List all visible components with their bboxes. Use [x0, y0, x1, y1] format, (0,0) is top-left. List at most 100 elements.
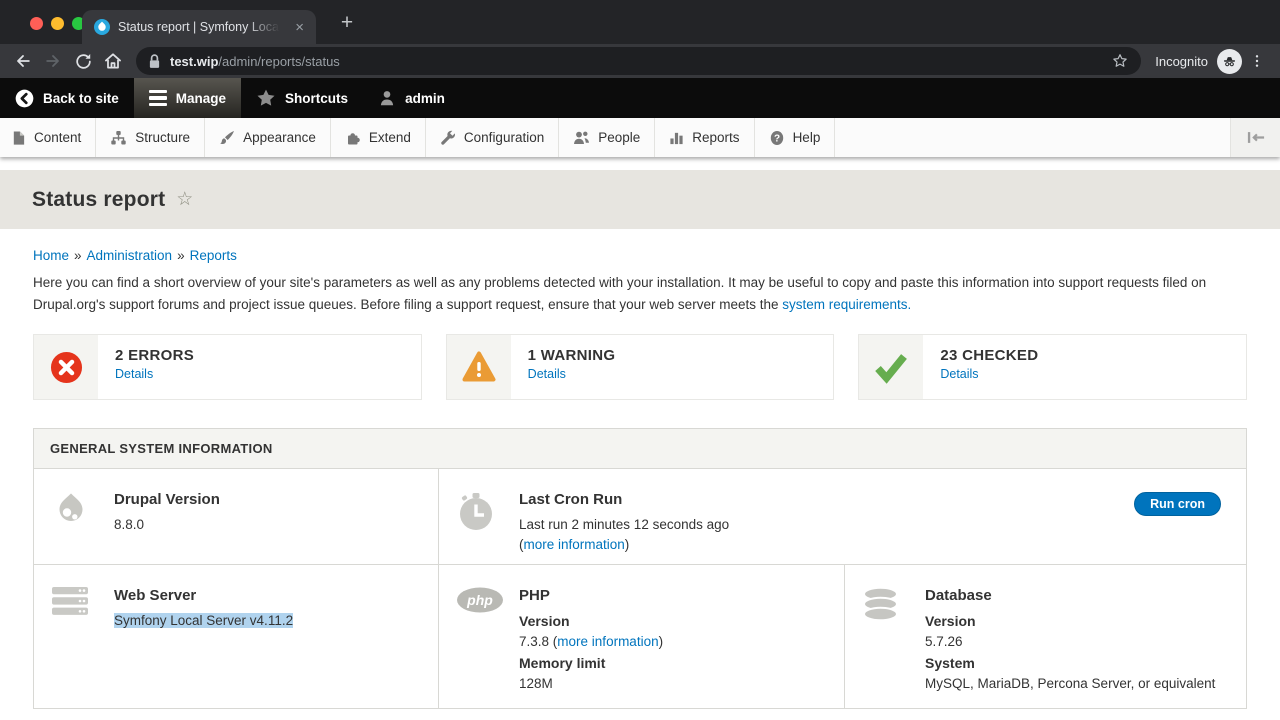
php-more-info-link[interactable]: more information	[557, 634, 658, 649]
database-icon	[862, 585, 925, 708]
menu-item-label: Appearance	[243, 130, 316, 145]
menu-item-extend[interactable]: Extend	[331, 118, 426, 157]
breadcrumb-separator: »	[74, 248, 82, 263]
php-memory-value: 128M	[519, 674, 663, 694]
new-tab-button[interactable]: +	[334, 12, 360, 33]
manage-tab[interactable]: Manage	[134, 78, 241, 118]
forward-button[interactable]	[38, 47, 68, 75]
system-info-row: Web Server Symfony Local Server v4.11.2 …	[34, 564, 1246, 708]
menu-item-people[interactable]: People	[559, 118, 655, 157]
home-button[interactable]	[98, 47, 128, 75]
menu-item-appearance[interactable]: Appearance	[205, 118, 331, 157]
toolbar-gap	[0, 157, 1280, 170]
shortcuts-tab[interactable]: Shortcuts	[241, 78, 363, 118]
menu-item-configuration[interactable]: Configuration	[426, 118, 559, 157]
browser-navbar: test.wip/admin/reports/status Incognito	[0, 44, 1280, 78]
hamburger-icon	[149, 90, 167, 106]
collapse-left-icon	[1247, 131, 1265, 144]
url-text: test.wip/admin/reports/status	[170, 54, 1111, 69]
database-cell: Database Version 5.7.26 System MySQL, Ma…	[845, 565, 1246, 708]
status-summary-cards: 2 ERRORS Details 1 WARNING Details 23 CH…	[33, 334, 1247, 400]
clock-icon	[456, 489, 519, 564]
breadcrumb-reports[interactable]: Reports	[190, 248, 237, 263]
back-to-site-label: Back to site	[43, 91, 119, 106]
database-version-value: 5.7.26	[925, 632, 1215, 652]
user-menu[interactable]: admin	[363, 78, 460, 118]
browser-tab-strip: Status report | Symfony Local Se × +	[0, 0, 1280, 44]
warnings-count: 1 WARNING	[528, 347, 616, 364]
system-info-panel: GENERAL SYSTEM INFORMATION Drupal Versio…	[33, 428, 1247, 709]
last-cron-run-cell: Last Cron Run Last run 2 minutes 12 seco…	[439, 469, 1246, 564]
checked-details-link[interactable]: Details	[940, 367, 978, 381]
wrench-icon	[440, 130, 456, 146]
menu-item-help[interactable]: ? Help	[755, 118, 836, 157]
window-minimize-button[interactable]	[51, 17, 64, 30]
web-server-value: Symfony Local Server v4.11.2	[114, 611, 293, 631]
menu-item-label: Configuration	[464, 130, 544, 145]
incognito-label: Incognito	[1155, 54, 1208, 69]
php-version-label: Version	[519, 611, 663, 632]
menu-item-label: Structure	[135, 130, 190, 145]
reload-button[interactable]	[68, 47, 98, 75]
cron-more-info-link[interactable]: more information	[524, 537, 625, 552]
web-server-cell: Web Server Symfony Local Server v4.11.2	[34, 565, 439, 708]
breadcrumb-home[interactable]: Home	[33, 248, 69, 263]
drupal-drop-icon	[51, 489, 114, 564]
admin-menu-bar: Content Structure Appearance Extend Conf…	[0, 118, 1280, 157]
browser-tab[interactable]: Status report | Symfony Local Se ×	[82, 10, 316, 44]
back-to-site-button[interactable]: Back to site	[0, 78, 134, 118]
menu-item-reports[interactable]: Reports	[655, 118, 754, 157]
browser-menu-button[interactable]	[1242, 47, 1272, 75]
selected-text: Symfony Local Server v4.11.2	[114, 613, 293, 628]
menu-item-label: Content	[34, 130, 81, 145]
tab-close-icon[interactable]: ×	[291, 18, 308, 37]
back-button[interactable]	[8, 47, 38, 75]
menu-item-content[interactable]: Content	[0, 118, 96, 157]
php-icon: php	[456, 585, 519, 708]
incognito-icon	[1217, 49, 1242, 74]
description-text: Here you can find a short overview of yo…	[33, 275, 1206, 312]
window-close-button[interactable]	[30, 17, 43, 30]
bookmark-star-icon[interactable]	[1111, 52, 1129, 70]
barchart-icon	[669, 130, 684, 146]
paren: )	[625, 537, 630, 552]
checked-count: 23 CHECKED	[940, 347, 1038, 364]
sitemap-icon	[110, 130, 127, 146]
url-host: test.wip	[170, 54, 218, 69]
cron-more-info: (more information)	[519, 535, 729, 555]
svg-text:?: ?	[774, 133, 780, 144]
address-bar[interactable]: test.wip/admin/reports/status	[136, 47, 1141, 75]
menu-item-structure[interactable]: Structure	[96, 118, 205, 157]
user-label: admin	[405, 91, 445, 106]
server-icon	[51, 585, 114, 708]
favorite-star-icon[interactable]: ☆	[176, 190, 193, 209]
page-title: Status report	[32, 188, 165, 212]
breadcrumb-separator: »	[177, 248, 185, 263]
warnings-details-link[interactable]: Details	[528, 367, 566, 381]
checkmark-icon	[859, 335, 923, 399]
errors-details-link[interactable]: Details	[115, 367, 153, 381]
warnings-card: 1 WARNING Details	[446, 334, 835, 400]
php-cell: php PHP Version 7.3.8 (more information)…	[439, 565, 845, 708]
errors-count: 2 ERRORS	[115, 347, 194, 364]
menu-item-label: Reports	[692, 130, 739, 145]
user-icon	[378, 89, 396, 107]
cron-last-run-value: Last run 2 minutes 12 seconds ago	[519, 515, 729, 535]
checked-card: 23 CHECKED Details	[858, 334, 1247, 400]
page-header: Status report ☆	[0, 170, 1280, 229]
star-icon	[256, 88, 276, 108]
menu-item-label: Extend	[369, 130, 411, 145]
run-cron-button[interactable]: Run cron	[1134, 492, 1221, 516]
breadcrumb: Home » Administration » Reports	[33, 248, 1247, 263]
shortcuts-label: Shortcuts	[285, 91, 348, 106]
document-icon	[11, 130, 26, 146]
lock-icon	[148, 54, 161, 69]
system-requirements-link[interactable]: system requirements.	[782, 297, 911, 312]
system-info-row: Drupal Version 8.8.0 Last Cron Run Last …	[34, 469, 1246, 564]
breadcrumb-administration[interactable]: Administration	[87, 248, 173, 263]
system-info-heading: GENERAL SYSTEM INFORMATION	[34, 429, 1246, 469]
toolbar-collapse-button[interactable]	[1230, 118, 1280, 157]
error-icon	[34, 335, 98, 399]
drupal-version-title: Drupal Version	[114, 489, 220, 512]
drupal-admin-toolbar: Back to site Manage Shortcuts admin	[0, 78, 1280, 118]
